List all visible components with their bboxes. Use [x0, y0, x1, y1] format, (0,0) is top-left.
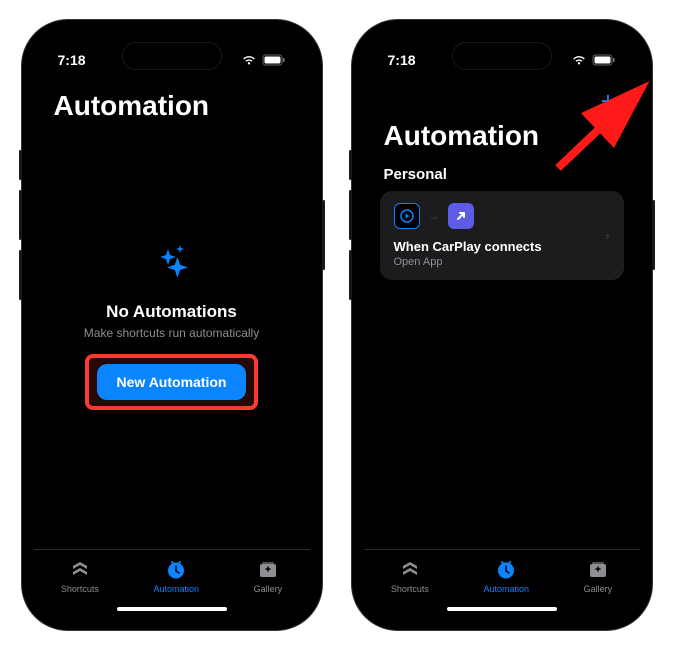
home-indicator[interactable]: [447, 607, 557, 611]
empty-subtitle: Make shortcuts run automatically: [84, 326, 259, 340]
empty-state: No Automations Make shortcuts run automa…: [50, 102, 294, 549]
shortcuts-icon: [68, 558, 92, 582]
automation-card[interactable]: → When CarPlay connects Open App ›: [380, 191, 624, 280]
tab-automation[interactable]: Automation: [483, 558, 529, 594]
add-automation-button[interactable]: +: [596, 86, 619, 116]
status-time: 7:18: [58, 52, 86, 68]
status-time: 7:18: [388, 52, 416, 68]
dynamic-island: [122, 42, 222, 70]
tab-shortcuts[interactable]: Shortcuts: [391, 558, 429, 594]
sparkle-icon: [150, 241, 194, 290]
automation-icon: [164, 558, 188, 582]
battery-icon: [262, 54, 286, 66]
arrow-right-icon: →: [428, 209, 440, 223]
highlight-annotation: New Automation: [85, 354, 259, 410]
gallery-icon: [586, 558, 610, 582]
home-indicator[interactable]: [117, 607, 227, 611]
phone-right: 7:18 + Automation Personal: [352, 20, 652, 630]
dynamic-island: [452, 42, 552, 70]
tab-gallery[interactable]: Gallery: [254, 558, 283, 594]
automation-title: When CarPlay connects: [394, 239, 610, 254]
wifi-icon: [571, 54, 587, 66]
carplay-icon: [394, 203, 420, 229]
wifi-icon: [241, 54, 257, 66]
shortcuts-icon: [398, 558, 422, 582]
section-personal: Personal: [380, 162, 624, 191]
new-automation-button[interactable]: New Automation: [97, 364, 247, 400]
tab-gallery[interactable]: Gallery: [584, 558, 613, 594]
shortcut-app-icon: [448, 203, 474, 229]
automation-icon: [494, 558, 518, 582]
phone-left: 7:18 Automation No Automations Make shor…: [22, 20, 322, 630]
page-title: Automation: [364, 120, 640, 162]
chevron-right-icon: ›: [606, 229, 610, 243]
battery-icon: [592, 54, 616, 66]
tab-automation[interactable]: Automation: [153, 558, 199, 594]
tab-shortcuts[interactable]: Shortcuts: [61, 558, 99, 594]
gallery-icon: [256, 558, 280, 582]
empty-title: No Automations: [106, 302, 237, 322]
automation-action: Open App: [394, 256, 610, 268]
